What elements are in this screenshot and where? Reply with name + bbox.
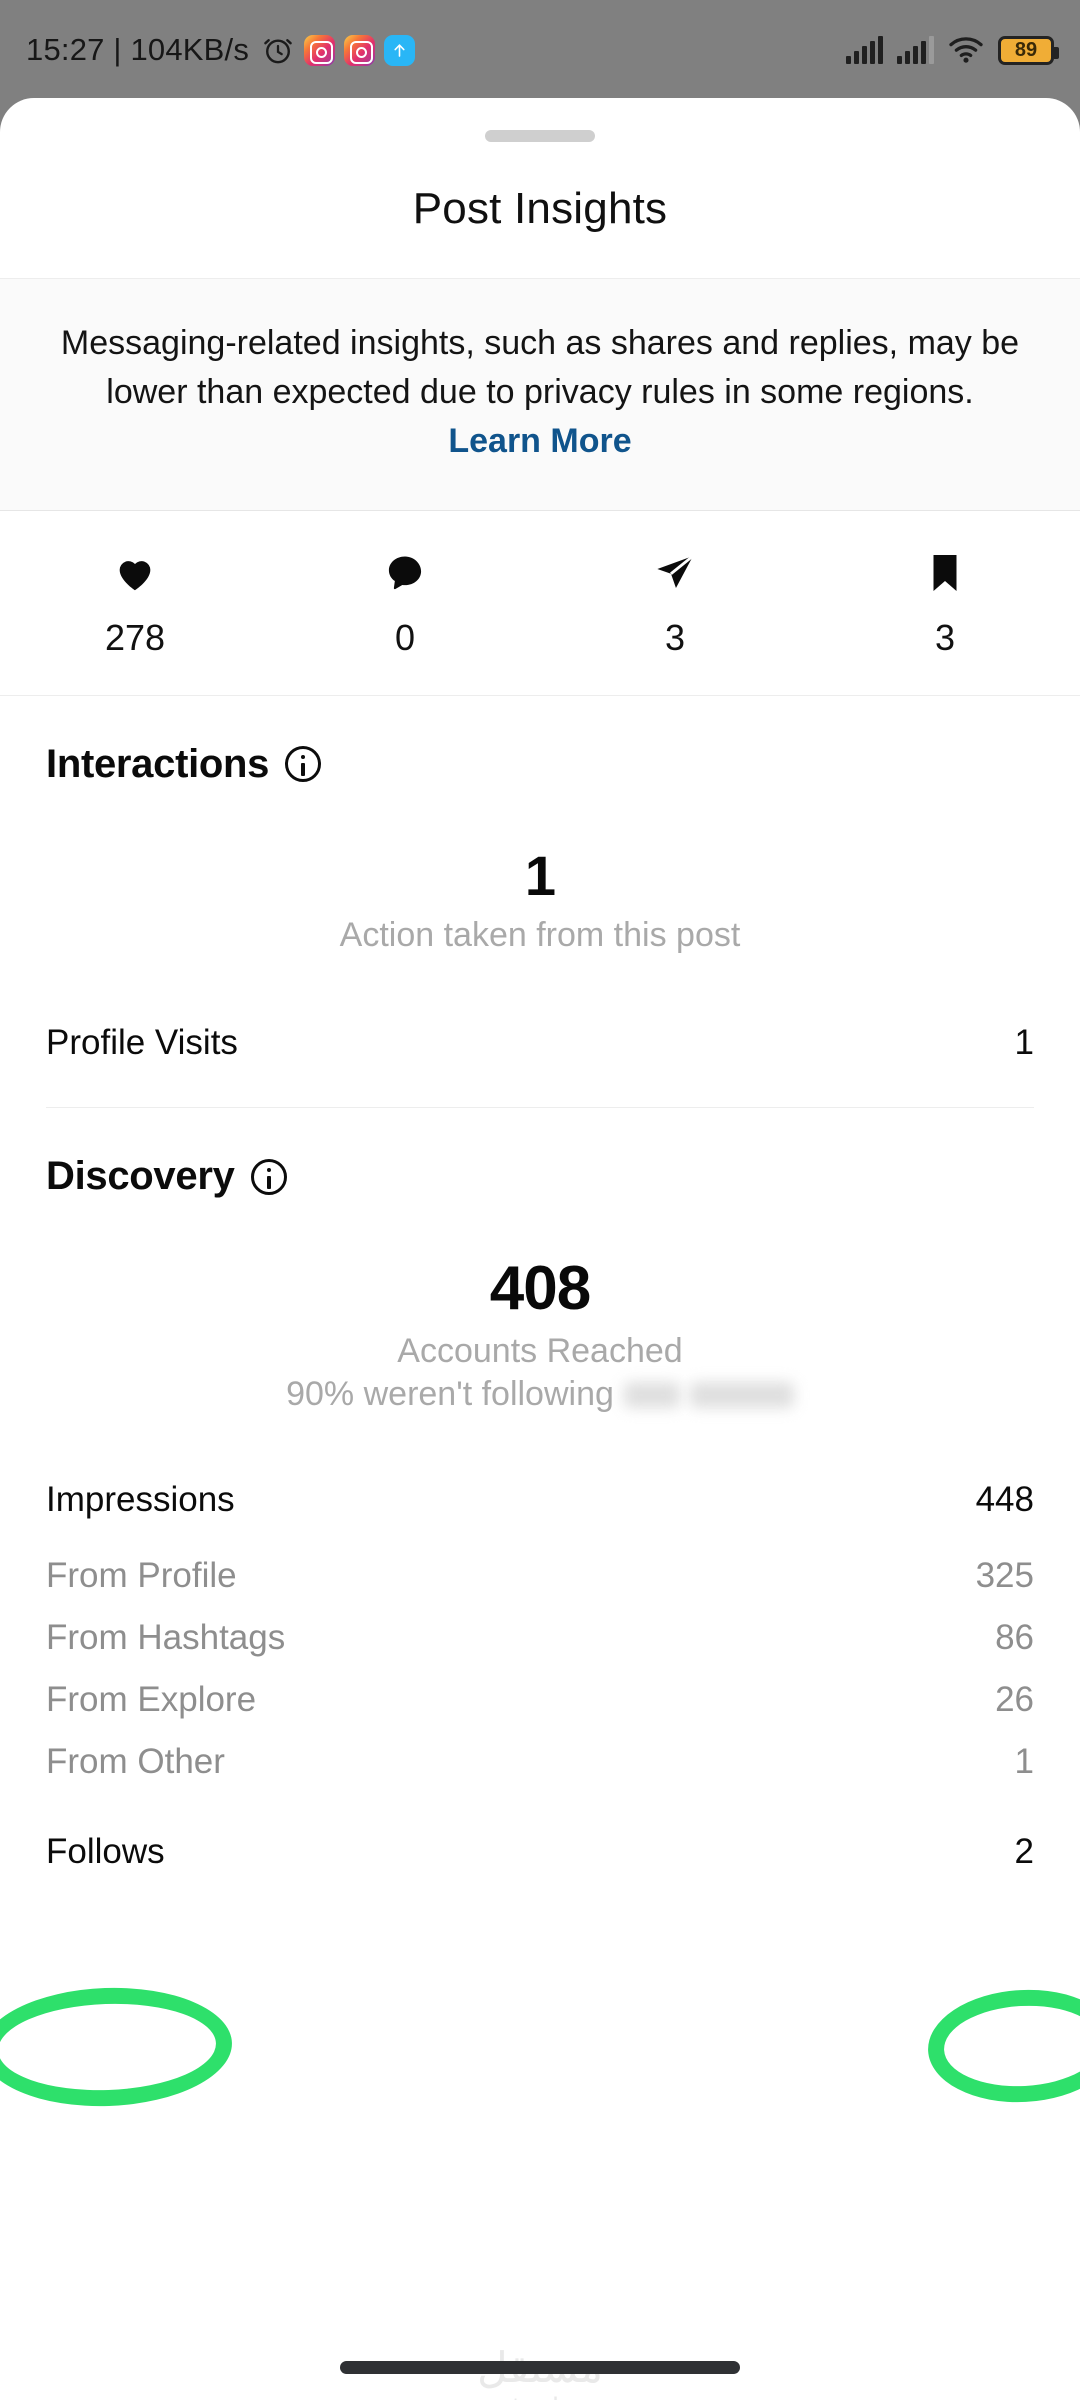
wifi-icon [949,37,983,63]
instagram-icon [344,34,376,66]
stat-value: 1 [1014,1742,1034,1782]
likes-count: 278 [104,616,166,658]
interactions-hero-value: 1 [524,843,556,907]
discovery-hero-caption-secondary: 90% weren't following [46,1375,1034,1414]
learn-more-link[interactable]: Learn More [448,422,631,460]
stat-label: Follows [46,1832,165,1872]
discovery-title: Discovery [46,1154,235,1199]
stat-row-from-explore[interactable]: From Explore 26 [46,1680,1034,1720]
status-bar-left: 15:27 | 104KB/s [26,32,416,68]
privacy-notice-banner: Messaging-related insights, such as shar… [0,278,1080,511]
share-icon [652,545,698,601]
engagement-summary-row: 278 0 3 3 [0,511,1080,696]
signal-bars-icon [897,36,934,64]
status-notification-icons [261,33,416,67]
non-follower-percent-text: 90% weren't following [286,1375,614,1414]
stat-row-follows[interactable]: Follows 2 [46,1832,1034,1872]
interactions-title: Interactions [46,741,270,786]
interactions-header: Interactions [46,696,1034,787]
instagram-icon [304,34,336,66]
stat-label: From Other [46,1742,225,1782]
comment-icon [382,545,428,601]
signal-bars-icon [846,36,883,64]
stat-row-profile-visits[interactable]: Profile Visits 1 [46,1023,1034,1063]
stat-value: 1 [1014,1022,1034,1062]
discovery-hero: 408 Accounts Reached 90% weren't followi… [46,1253,1034,1414]
likes-metric[interactable]: 278 [0,545,270,659]
info-icon[interactable] [250,1158,287,1195]
stat-row-from-other[interactable]: From Other 1 [46,1742,1034,1782]
discovery-section: Discovery 408 Accounts Reached 90% weren… [0,1108,1080,1872]
privacy-notice-body: Messaging-related insights, such as shar… [60,324,1020,411]
interactions-hero-caption: Action taken from this post [339,915,741,954]
stat-label: From Explore [46,1680,257,1720]
status-clock-and-network-speed: 15:27 | 104KB/s [26,32,250,67]
stat-value: 86 [995,1618,1034,1658]
blurred-username-part [689,1381,794,1408]
stat-label: From Hashtags [46,1618,286,1658]
stat-value: 26 [995,1680,1034,1720]
bookmark-icon [922,545,968,601]
privacy-notice-text: Messaging-related insights, such as shar… [58,319,1022,466]
stat-label: From Profile [46,1556,237,1596]
shares-metric[interactable]: 3 [540,545,810,659]
android-gesture-nav-bar[interactable] [340,2361,740,2374]
discovery-hero-caption: Accounts Reached [397,1332,683,1371]
upload-arrow-icon [384,34,416,66]
battery-percent-label: 89 [1014,39,1038,61]
stat-label: Profile Visits [46,1022,238,1062]
discovery-hero-value: 408 [489,1254,591,1324]
stat-value: 448 [975,1480,1034,1520]
comments-metric[interactable]: 0 [270,545,540,659]
saves-count: 3 [934,616,956,658]
phone-screen: 15:27 | 104KB/s 89 Post Insights Messagi… [0,0,1080,2400]
stat-value: 325 [975,1556,1034,1596]
stat-value: 2 [1014,1832,1034,1872]
battery-icon: 89 [998,35,1059,65]
stat-label: Impressions [46,1480,235,1520]
alarm-clock-icon [264,39,292,64]
interactions-hero: 1 Action taken from this post [46,843,1034,955]
shares-count: 3 [664,616,686,658]
discovery-header: Discovery [46,1108,1034,1199]
interactions-section: Interactions 1 Action taken from this po… [0,696,1080,1109]
comments-count: 0 [394,616,416,658]
sheet-drag-handle[interactable] [485,130,595,142]
stat-row-from-profile[interactable]: From Profile 325 [46,1556,1034,1596]
saves-metric[interactable]: 3 [810,545,1080,659]
stat-row-impressions[interactable]: Impressions 448 [46,1480,1034,1520]
watermark-latin-text: mostaql.com [0,2392,1080,2400]
post-insights-sheet: Post Insights Messaging-related insights… [0,98,1080,2400]
heart-icon [112,545,158,601]
page-title: Post Insights [412,184,668,233]
info-icon[interactable] [285,746,322,783]
stat-row-from-hashtags[interactable]: From Hashtags 86 [46,1618,1034,1658]
status-bar: 15:27 | 104KB/s 89 [0,0,1080,100]
status-bar-right: 89 [846,35,1059,65]
blurred-username-part [623,1381,680,1408]
